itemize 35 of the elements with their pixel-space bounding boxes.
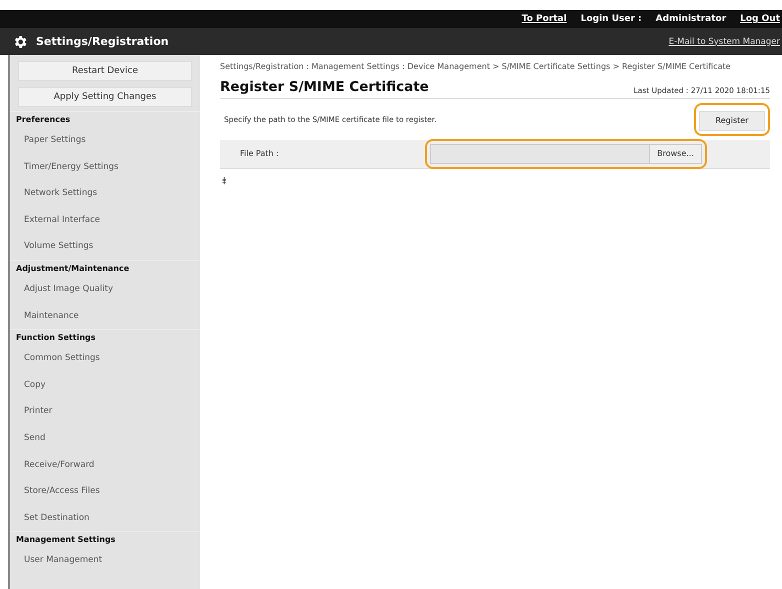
sidebar-link[interactable]: Network Settings: [10, 180, 200, 207]
gear-icon: [12, 34, 28, 50]
file-path-field[interactable]: Browse...: [430, 144, 702, 164]
section-heading: Adjustment/Maintenance: [10, 260, 200, 276]
sidebar-link[interactable]: Maintenance: [10, 302, 200, 330]
sidebar-link[interactable]: Adjust Image Quality: [10, 276, 200, 303]
section-heading: Preferences: [10, 111, 200, 127]
sidebar-link[interactable]: User Management: [10, 547, 200, 574]
sidebar-link[interactable]: External Interface: [10, 206, 200, 234]
login-user: Administrator: [656, 14, 726, 24]
section-heading: Management Settings: [10, 531, 200, 548]
sidebar-link[interactable]: Copy: [10, 372, 200, 398]
file-path-label: File Path :: [239, 149, 280, 158]
sidebar-button[interactable]: Restart Device: [18, 61, 192, 81]
sidebar-link[interactable]: Volume Settings: [10, 233, 200, 260]
sidebar-link[interactable]: Common Settings: [10, 345, 200, 372]
header-title: Settings/Registration: [36, 35, 169, 48]
sidebar-link[interactable]: Receive/Forward: [10, 452, 200, 478]
email-link[interactable]: E-Mail to System Manager: [668, 36, 780, 46]
sidebar-link[interactable]: Set Destination: [10, 504, 200, 532]
portal-link[interactable]: To Portal: [522, 14, 567, 24]
sidebar-link[interactable]: Store/Access Files: [10, 478, 200, 505]
sidebar-button[interactable]: Apply Setting Changes: [18, 87, 192, 107]
sidebar-link[interactable]: Printer: [10, 398, 200, 425]
sidebar-link[interactable]: Timer/Energy Settings: [10, 154, 200, 180]
sidebar-link[interactable]: Send: [10, 424, 200, 452]
section-heading: Function Settings: [10, 329, 200, 346]
browse-button[interactable]: Browse...: [649, 144, 701, 162]
logout-link[interactable]: Log Out: [740, 14, 780, 24]
sidebar-link[interactable]: Paper Settings: [10, 127, 200, 154]
breadcrumb: Settings/Registration : Management Settings : Device Management > S/MIME Certificate Settings > Register S/MIME Certificate: [220, 61, 732, 73]
page-title: Register S/MIME Certificate: [220, 79, 429, 95]
back-to-top-link[interactable]: ⯒: [222, 176, 226, 186]
login-label: Login User :: [580, 14, 642, 24]
register-button[interactable]: Register: [699, 110, 765, 130]
